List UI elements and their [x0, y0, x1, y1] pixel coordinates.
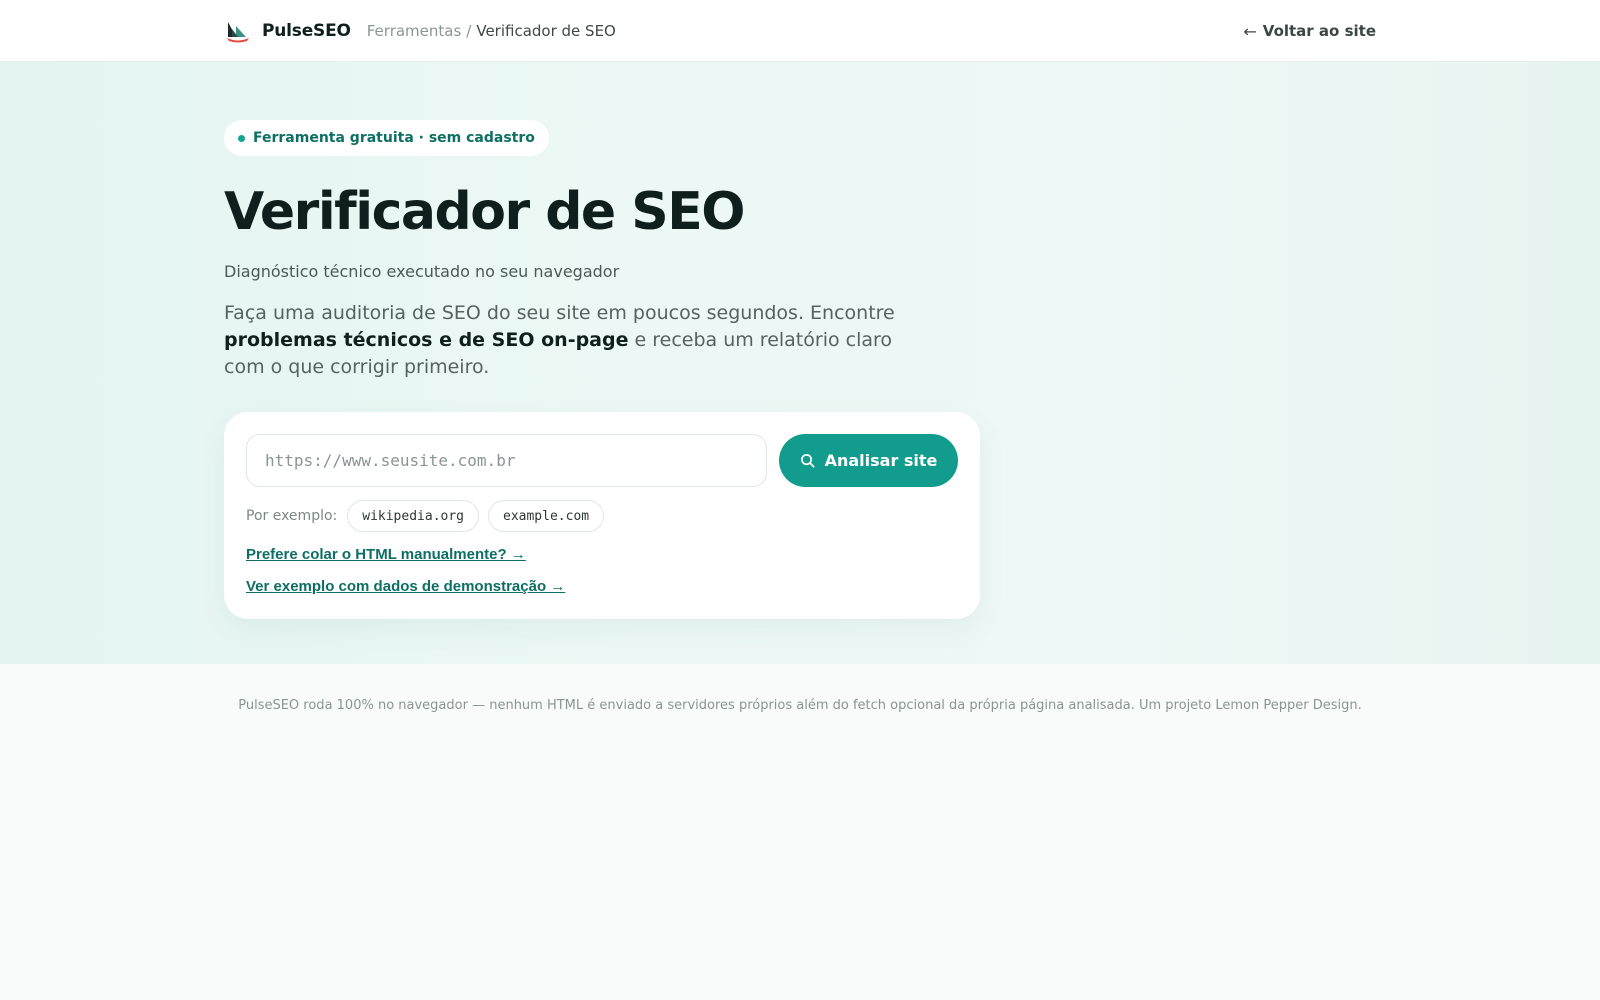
back-to-site-link[interactable]: ← Voltar ao site — [1243, 22, 1376, 41]
search-icon — [800, 454, 815, 468]
page-title: Verificador de SEO — [224, 182, 745, 242]
analyze-site-button-label: Analisar site — [824, 451, 938, 470]
top-navigation-bar: PulseSEO Ferramentas / Verificador de SE… — [0, 0, 1600, 62]
paste-html-link[interactable]: Prefere colar o HTML manualmente? → — [246, 546, 526, 563]
brand-name: PulseSEO — [262, 21, 351, 41]
free-tool-badge: Ferramenta gratuita · sem cadastro — [224, 120, 549, 156]
lead-text-start: Faça uma auditoria de SEO do seu site em… — [224, 302, 895, 324]
lead-paragraph: Faça uma auditoria de SEO do seu site em… — [224, 300, 904, 381]
page-subtitle: Diagnóstico técnico executado no seu nav… — [224, 262, 620, 281]
lead-text-emphasis: problemas técnicos e de SEO on-page — [224, 329, 629, 351]
hero-section: Ferramenta gratuita · sem cadastro Verif… — [0, 62, 1600, 664]
example-chip-wikipedia[interactable]: wikipedia.org — [347, 500, 479, 532]
analyzer-card: Analisar site Por exemplo: wikipedia.org… — [224, 412, 980, 619]
free-tool-badge-label: Ferramenta gratuita · sem cadastro — [253, 130, 535, 146]
examples-label: Por exemplo: — [246, 508, 338, 524]
sailboat-logo-icon — [227, 22, 249, 43]
demo-example-link[interactable]: Ver exemplo com dados de demonstração → — [246, 578, 565, 595]
analyze-site-button[interactable]: Analisar site — [779, 434, 958, 487]
breadcrumb: Ferramentas / Verificador de SEO — [367, 22, 616, 40]
arrow-left-icon: ← — [1243, 21, 1257, 41]
back-to-site-label: Voltar ao site — [1262, 22, 1376, 40]
example-chip-example[interactable]: example.com — [488, 500, 605, 532]
breadcrumb-current: Verificador de SEO — [476, 22, 616, 40]
breadcrumb-parent-link[interactable]: Ferramentas — [367, 22, 462, 40]
status-dot-icon — [238, 134, 245, 142]
hero-content: Ferramenta gratuita · sem cadastro Verif… — [224, 62, 1376, 664]
site-url-input[interactable] — [246, 434, 767, 487]
brand[interactable]: PulseSEO — [224, 17, 351, 45]
top-navigation-inner: PulseSEO Ferramentas / Verificador de SE… — [224, 0, 1376, 62]
example-sites: Por exemplo: wikipedia.org example.com — [246, 500, 605, 532]
breadcrumb-separator: / — [466, 22, 472, 40]
footer-note: PulseSEO roda 100% no navegador — nenhum… — [238, 698, 1362, 713]
